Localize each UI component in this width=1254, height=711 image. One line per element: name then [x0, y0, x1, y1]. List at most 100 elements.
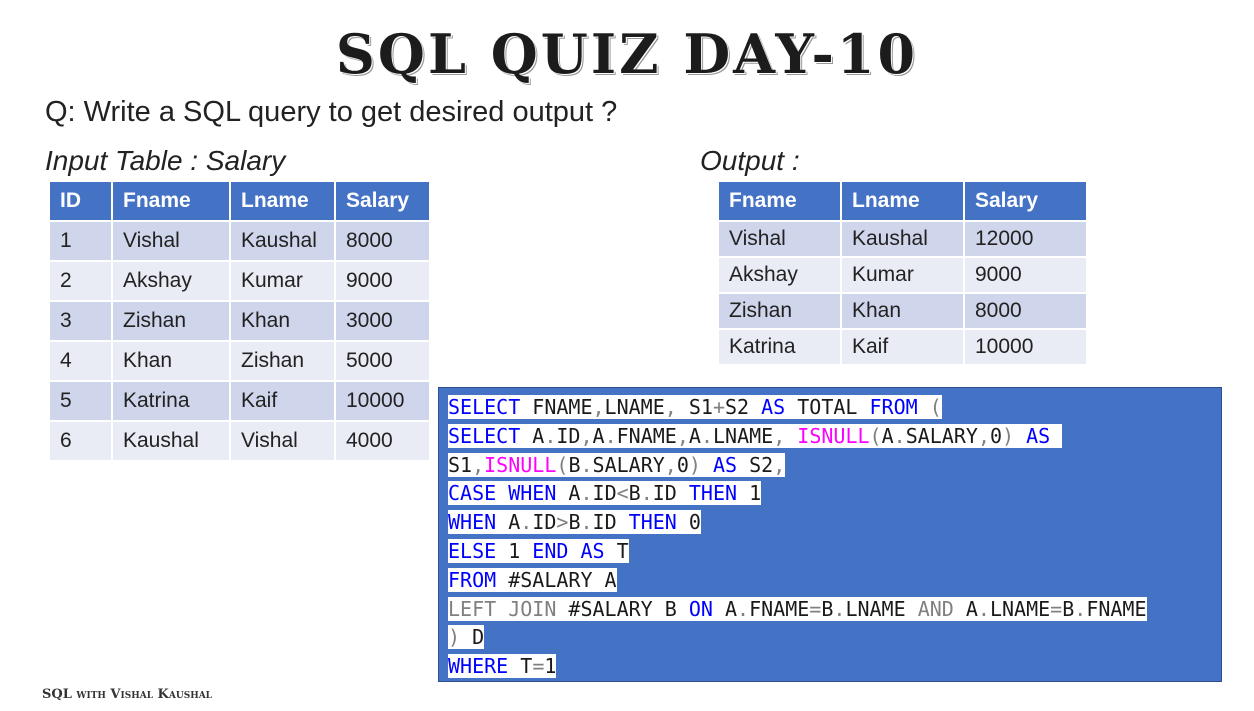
- cell-fname: Katrina: [717, 328, 842, 366]
- input-header-row: ID Fname Lname Salary: [48, 180, 431, 222]
- cell-fname: Akshay: [717, 256, 842, 294]
- sql-token: #SALARY A: [496, 567, 617, 592]
- output-table-heading: Output :: [700, 145, 800, 176]
- code-line: SELECT A.ID,A.FNAME,A.LNAME, ISNULL(A.SA…: [448, 422, 1147, 451]
- sql-keyword: ON: [688, 596, 713, 621]
- cell-lname: Khan: [840, 292, 965, 330]
- sql-token: B: [568, 452, 581, 477]
- sql-keyword: END: [532, 538, 569, 563]
- sql-token: T: [604, 538, 629, 563]
- sql-keyword: AS: [580, 538, 605, 563]
- table-row: 3 Zishan Khan 3000: [48, 300, 431, 342]
- cell-id: 4: [48, 340, 113, 382]
- cell-lname: Kaushal: [229, 220, 336, 262]
- sql-token: SALARY: [592, 452, 665, 477]
- code-line: ) D: [448, 623, 1147, 652]
- sql-token: D: [460, 625, 485, 650]
- sql-token: A: [688, 423, 701, 448]
- column-header: Salary: [334, 180, 431, 222]
- sql-operator: (: [556, 452, 569, 477]
- sql-operator: ,: [773, 452, 786, 477]
- sql-function: ISNULL: [797, 423, 870, 448]
- sql-keyword: FROM: [869, 395, 918, 419]
- sql-operator: >: [556, 510, 569, 535]
- sql-operator: .: [580, 510, 593, 535]
- cell-lname: Vishal: [229, 420, 336, 462]
- sql-token: B: [568, 510, 581, 535]
- sql-token: A: [881, 423, 894, 448]
- sql-operator: (: [929, 395, 942, 419]
- sql-token: 1: [737, 481, 762, 506]
- sql-operator: ): [1002, 423, 1015, 448]
- sql-operator: ): [448, 625, 461, 650]
- page-title: SQL QUIZ DAY-10: [335, 22, 919, 86]
- sql-token: [917, 395, 930, 419]
- table-row: 5 Katrina Kaif 10000: [48, 380, 431, 422]
- footer-credit: SQL with Vishal Kaushal: [42, 687, 213, 702]
- cell-fname: Vishal: [717, 220, 842, 258]
- sql-token: FNAME: [1086, 596, 1147, 621]
- sql-operator: .: [700, 423, 713, 448]
- sql-function: ISNULL: [484, 452, 557, 477]
- sql-token: 0: [676, 452, 689, 477]
- sql-operator: .: [833, 596, 846, 621]
- code-line: ELSE 1 END AS T: [448, 537, 1147, 566]
- sql-token: [496, 481, 509, 506]
- sql-token: LNAME: [712, 423, 774, 448]
- code-line: CASE WHEN A.ID<B.ID THEN 1: [448, 479, 1147, 508]
- sql-token: 0: [989, 423, 1003, 448]
- code-line: WHERE T=1: [448, 652, 1147, 681]
- sql-keyword: AS: [1026, 423, 1051, 448]
- cell-fname: Zishan: [717, 292, 842, 330]
- cell-lname: Kaushal: [840, 220, 965, 258]
- column-header: Fname: [717, 180, 842, 222]
- sql-keyword: SELECT: [448, 423, 521, 448]
- sql-operator: ,: [580, 423, 593, 448]
- cell-salary: 8000: [334, 220, 431, 262]
- cell-lname: Kumar: [840, 256, 965, 294]
- output-table: Fname Lname Salary Vishal Kaushal 12000 Ak…: [717, 180, 1088, 366]
- cell-lname: Kaif: [840, 328, 965, 366]
- sql-keyword: SELECT: [448, 395, 521, 419]
- sql-keyword: FROM: [448, 567, 497, 592]
- sql-operator: <: [616, 481, 629, 506]
- sql-token: LNAME: [604, 395, 665, 419]
- cell-salary: 4000: [334, 420, 431, 462]
- sql-token: A: [712, 596, 738, 621]
- sql-operator: ,: [664, 452, 677, 477]
- output-header-row: Fname Lname Salary: [717, 180, 1088, 222]
- sql-token: B: [821, 596, 834, 621]
- sql-operator: ,: [773, 423, 786, 448]
- cell-salary: 5000: [334, 340, 431, 382]
- sql-operator: ,: [664, 395, 677, 419]
- sql-operator: ,: [472, 452, 485, 477]
- sql-operator: .: [737, 596, 750, 621]
- cell-fname: Khan: [111, 340, 231, 382]
- input-table-heading: Input Table : Salary: [45, 145, 286, 176]
- cell-lname: Kumar: [229, 260, 336, 302]
- sql-keyword: THEN: [628, 510, 677, 535]
- table-row: Vishal Kaushal 12000: [717, 220, 1088, 258]
- cell-fname: Zishan: [111, 300, 231, 342]
- sql-operator: .: [977, 596, 990, 621]
- sql-token: FNAME: [749, 596, 810, 621]
- sql-operator: .: [604, 423, 617, 448]
- cell-salary: 9000: [963, 256, 1088, 294]
- sql-token: ID: [592, 481, 617, 506]
- sql-token: #SALARY B: [556, 596, 689, 621]
- code-line: WHEN A.ID>B.ID THEN 0: [448, 508, 1147, 537]
- code-line: LEFT JOIN #SALARY B ON A.FNAME=B.LNAME A…: [448, 595, 1147, 624]
- column-header: ID: [48, 180, 113, 222]
- sql-keyword: ELSE: [448, 538, 497, 563]
- cell-fname: Akshay: [111, 260, 231, 302]
- sql-operator: .: [580, 481, 593, 506]
- cell-salary: 12000: [963, 220, 1088, 258]
- cell-salary: 10000: [334, 380, 431, 422]
- sql-operator: =: [809, 596, 822, 621]
- sql-token: S2: [724, 395, 762, 419]
- sql-operator: (: [869, 423, 882, 448]
- sql-keyword: WHEN: [508, 481, 557, 506]
- cell-fname: Kaushal: [111, 420, 231, 462]
- table-row: Zishan Khan 8000: [717, 292, 1088, 330]
- sql-operator: .: [893, 423, 906, 448]
